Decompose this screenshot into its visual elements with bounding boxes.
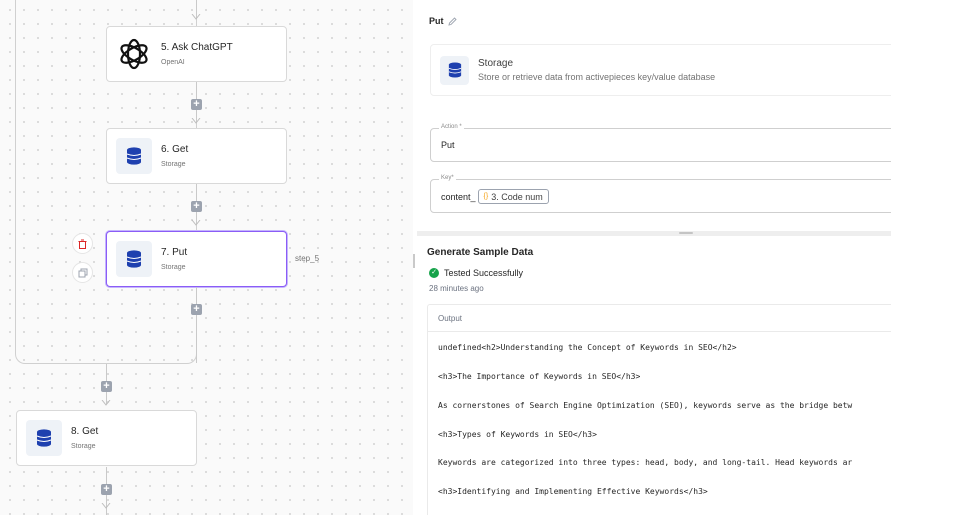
openai-icon: [116, 36, 152, 72]
pencil-icon[interactable]: [447, 16, 457, 26]
section-divider: [417, 231, 891, 236]
variable-chip[interactable]: {} 3. Code num: [477, 189, 549, 204]
storage-icon: [26, 420, 62, 456]
storage-icon: [116, 241, 152, 277]
add-step-button[interactable]: +: [101, 381, 112, 392]
piece-card: Storage Store or retrieve data from acti…: [430, 44, 891, 96]
node-title: 8. Get: [71, 426, 99, 437]
step-settings-panel: Put Storage Store or retrieve data from …: [417, 0, 891, 515]
delete-step-button[interactable]: [72, 233, 93, 254]
node-subtitle: Storage: [161, 161, 186, 168]
test-status-text: Tested Successfully: [444, 268, 524, 278]
node-title: 7. Put: [161, 247, 188, 258]
action-value: Put: [441, 140, 455, 150]
output-line: undefined<h2>Understanding the Concept o…: [438, 343, 737, 352]
key-input[interactable]: Key* content_ {} 3. Code num: [430, 175, 891, 213]
code-braces-icon: {}: [483, 193, 489, 200]
arrow-down-icon: [191, 14, 201, 20]
step-title-text: Put: [429, 16, 444, 26]
duplicate-step-button[interactable]: [72, 262, 93, 283]
arrow-down-icon: [101, 503, 111, 509]
piece-description: Store or retrieve data from activepieces…: [478, 72, 716, 82]
panel-resize-handle[interactable]: [413, 254, 415, 268]
storage-icon: [440, 55, 469, 85]
add-step-button[interactable]: +: [101, 484, 112, 495]
add-step-button[interactable]: +: [191, 201, 202, 212]
test-timestamp: 28 minutes ago: [429, 284, 484, 293]
key-prefix: content_: [441, 191, 476, 202]
node-title: 6. Get: [161, 144, 189, 155]
node-subtitle: Storage: [161, 264, 186, 271]
node-subtitle: Storage: [71, 443, 96, 450]
connector-line: [196, 287, 197, 363]
step-name-label: step_5: [295, 254, 320, 263]
node-subtitle: OpenAI: [161, 59, 185, 66]
action-select[interactable]: Action * Put: [430, 124, 891, 162]
output-line: <h3>Types of Keywords in SEO</h3>: [438, 430, 597, 439]
step-node-get[interactable]: 6. Get Storage: [106, 128, 287, 184]
check-circle-icon: ✓: [429, 268, 439, 278]
arrow-down-icon: [101, 400, 111, 406]
flow-canvas[interactable]: 5. Ask ChatGPT OpenAI + 6. Get Storage +…: [0, 0, 413, 515]
storage-icon: [116, 138, 152, 174]
step-node-get-8[interactable]: 8. Get Storage: [16, 410, 197, 466]
arrow-down-icon: [191, 220, 201, 226]
step-title: Put: [429, 16, 457, 26]
trash-icon: [78, 239, 87, 249]
output-label: Output: [428, 305, 891, 332]
node-title: 5. Ask ChatGPT: [161, 42, 233, 53]
section-resize-handle[interactable]: [679, 232, 693, 234]
output-line: As cornerstones of Search Engine Optimiz…: [438, 401, 853, 410]
key-label: Key*: [439, 175, 456, 181]
add-step-button[interactable]: +: [191, 99, 202, 110]
chip-label: 3. Code num: [491, 191, 543, 202]
sample-data-title: Generate Sample Data: [427, 247, 534, 258]
output-line: <h3>The Importance of Keywords in SEO</h…: [438, 372, 641, 381]
arrow-down-icon: [191, 118, 201, 124]
copy-icon: [78, 268, 87, 277]
test-status: ✓ Tested Successfully: [429, 268, 523, 278]
step-node-put[interactable]: 7. Put Storage: [106, 231, 287, 287]
output-viewer[interactable]: Output undefined<h2>Understanding the Co…: [427, 304, 891, 515]
action-label: Action *: [439, 124, 464, 130]
piece-name: Storage: [478, 58, 514, 69]
step-node-ask-chatgpt[interactable]: 5. Ask ChatGPT OpenAI: [106, 26, 287, 82]
output-line: Keywords are categorized into three type…: [438, 458, 853, 467]
add-step-button[interactable]: +: [191, 304, 202, 315]
output-line: <h3>Identifying and Implementing Effecti…: [438, 487, 708, 496]
